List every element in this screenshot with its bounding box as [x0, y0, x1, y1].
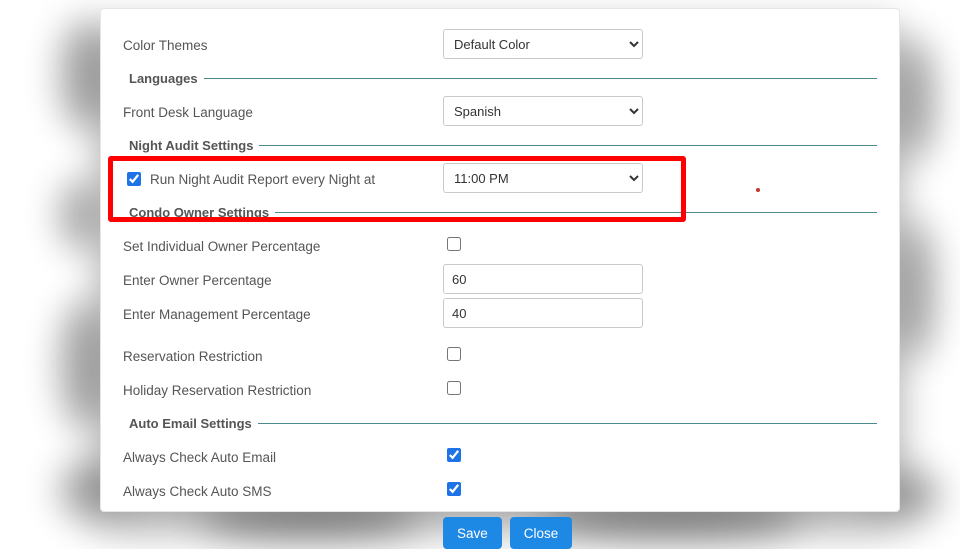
- label-holiday-restriction: Holiday Reservation Restriction: [123, 381, 443, 398]
- label-front-desk-language: Front Desk Language: [123, 103, 443, 120]
- checkbox-run-night-audit[interactable]: [127, 172, 141, 186]
- save-button[interactable]: Save: [443, 517, 502, 549]
- row-front-desk-language: Front Desk Language Spanish: [123, 94, 877, 128]
- checkbox-holiday-restriction[interactable]: [447, 381, 461, 395]
- fieldset-auto-email: Auto Email Settings Always Check Auto Em…: [123, 416, 877, 507]
- fieldset-condo-owner: Condo Owner Settings Set Individual Owne…: [123, 205, 877, 406]
- fieldset-night-audit: Night Audit Settings Run Night Audit Rep…: [123, 138, 877, 195]
- label-auto-sms: Always Check Auto SMS: [123, 482, 443, 499]
- legend-auto-email: Auto Email Settings: [123, 416, 258, 431]
- row-owner-percentage: Enter Owner Percentage: [123, 262, 877, 296]
- checkbox-reservation-restriction[interactable]: [447, 347, 461, 361]
- row-night-audit: Run Night Audit Report every Night at 11…: [123, 161, 877, 195]
- label-reservation-restriction: Reservation Restriction: [123, 347, 443, 364]
- row-color-themes: Color Themes Default Color: [123, 27, 877, 61]
- annotation-dot: [756, 188, 760, 192]
- label-mgmt-percentage: Enter Management Percentage: [123, 305, 443, 322]
- label-run-night-audit: Run Night Audit Report every Night at: [150, 172, 375, 187]
- input-owner-percentage[interactable]: [443, 264, 643, 294]
- legend-languages: Languages: [123, 71, 204, 86]
- settings-panel: Color Themes Default Color Languages Fro…: [100, 8, 900, 512]
- select-night-audit-time[interactable]: 11:00 PM: [443, 163, 643, 193]
- row-auto-email: Always Check Auto Email: [123, 439, 877, 473]
- row-auto-sms: Always Check Auto SMS: [123, 473, 877, 507]
- legend-condo-owner: Condo Owner Settings: [123, 205, 275, 220]
- select-color-theme[interactable]: Default Color: [443, 29, 643, 59]
- close-button[interactable]: Close: [510, 517, 573, 549]
- label-color-themes: Color Themes: [123, 36, 443, 53]
- row-set-individual-owner: Set Individual Owner Percentage: [123, 228, 877, 262]
- label-owner-percentage: Enter Owner Percentage: [123, 271, 443, 288]
- label-auto-email: Always Check Auto Email: [123, 448, 443, 465]
- row-mgmt-percentage: Enter Management Percentage: [123, 296, 877, 330]
- select-front-desk-language[interactable]: Spanish: [443, 96, 643, 126]
- input-mgmt-percentage[interactable]: [443, 298, 643, 328]
- row-reservation-restriction: Reservation Restriction: [123, 338, 877, 372]
- checkbox-auto-email[interactable]: [447, 448, 461, 462]
- checkbox-set-individual-owner[interactable]: [447, 237, 461, 251]
- row-holiday-restriction: Holiday Reservation Restriction: [123, 372, 877, 406]
- label-set-individual-owner: Set Individual Owner Percentage: [123, 237, 443, 254]
- button-bar: Save Close: [443, 517, 877, 549]
- fieldset-languages: Languages Front Desk Language Spanish: [123, 71, 877, 128]
- checkbox-auto-sms[interactable]: [447, 482, 461, 496]
- legend-night-audit: Night Audit Settings: [123, 138, 259, 153]
